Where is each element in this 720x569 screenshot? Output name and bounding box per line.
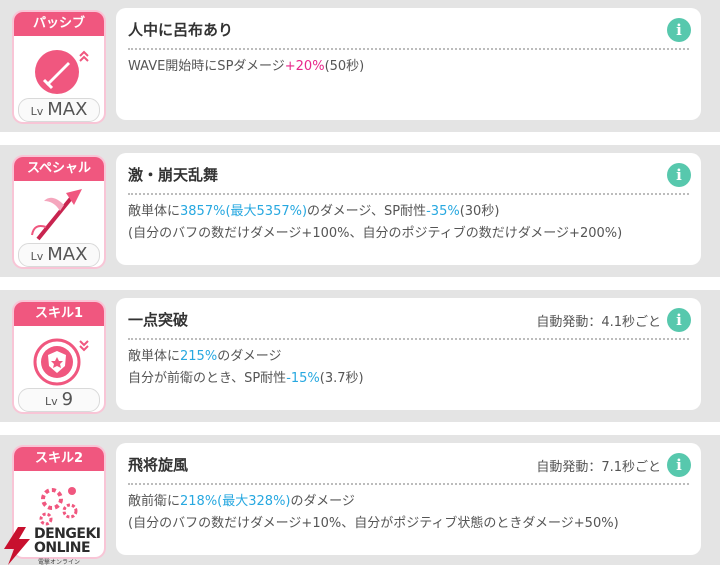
skill-description: 敵単体に215%のダメージ 自分が前衛のとき、SP耐性-15%(3.7秒) [128,346,691,390]
skill-type-tab: スキル1 [14,302,104,326]
auto-trigger-label: 自動発動：7.1秒ごと [536,460,661,475]
description-line: 敵単体に3857%(最大5357%)のダメージ、SP耐性-35%(30秒) [128,204,500,219]
skill-badge[interactable]: スペシャル Lv MAX [14,157,104,267]
skill-card: 激・崩天乱舞 i 敵単体に3857%(最大5357%)のダメージ、SP耐性-35… [116,153,701,265]
skill-row-special: スペシャル Lv MAX 激・崩天乱舞 i 敵単体に3857%(最大5357%)の… [0,145,720,277]
watermark-text: DENGEKI ONLINE [34,526,101,556]
skill-level: Lv 9 [18,388,100,412]
skill-type-tab: パッシブ [14,12,104,36]
info-icon[interactable]: i [667,163,691,187]
skill-badge[interactable]: パッシブ Lv MAX [14,12,104,122]
description-line: (自分のバフの数だけダメージ+100%、自分のポジティブの数だけダメージ+200… [128,226,623,241]
skill-description: 敵前衛に218%(最大328%)のダメージ (自分のバフの数だけダメージ+10%… [128,491,691,535]
description-line: 敵単体に215%のダメージ [128,349,282,364]
shield-icon [24,332,94,386]
skill-badge[interactable]: スキル1 Lv 9 [14,302,104,412]
skill-type-tab: スキル2 [14,447,104,471]
description-line: (自分のバフの数だけダメージ+10%、自分がポジティブ状態のときダメージ+50%… [128,516,619,531]
lightning-icon [4,527,30,565]
description-line: 敵前衛に218%(最大328%)のダメージ [128,494,355,509]
skill-card: 一点突破 自動発動：4.1秒ごと i 敵単体に215%のダメージ 自分が前衛のと… [116,298,701,410]
dotted-divider [128,48,689,50]
sword-icon [24,42,94,96]
skill-row-passive: パッシブ Lv MAX 人中に呂布あり i WAVE開始時にSPダメージ+20%(… [0,0,720,132]
skill-title: 一点突破 [128,311,189,329]
skill-card: 飛将旋風 自動発動：7.1秒ごと i 敵前衛に218%(最大328%)のダメージ… [116,443,701,555]
skill-title: 飛将旋風 [128,456,189,474]
skill-description: WAVE開始時にSPダメージ+20%(50秒) [128,56,691,78]
skill-level: Lv MAX [18,98,100,122]
info-icon[interactable]: i [667,18,691,42]
info-icon[interactable]: i [667,453,691,477]
dotted-divider [128,193,689,195]
dotted-divider [128,338,689,340]
skill-level: Lv MAX [18,243,100,267]
description-line: WAVE開始時にSPダメージ+20%(50秒) [128,59,365,74]
dengeki-online-watermark: DENGEKI ONLINE 電撃オンライン [2,525,122,566]
skill-row-skill1: スキル1 Lv 9 一点突破 自動発動：4.1秒ごと i 敵単体に215%のダメー… [0,290,720,422]
burst-icon [24,477,94,531]
dotted-divider [128,483,689,485]
skill-title: 人中に呂布あり [128,21,234,39]
info-icon[interactable]: i [667,308,691,332]
halberd-icon [24,187,94,241]
skill-card: 人中に呂布あり i WAVE開始時にSPダメージ+20%(50秒) [116,8,701,120]
description-line: 自分が前衛のとき、SP耐性-15%(3.7秒) [128,371,364,386]
skill-title: 激・崩天乱舞 [128,166,219,184]
skill-description: 敵単体に3857%(最大5357%)のダメージ、SP耐性-35%(30秒) (自… [128,201,691,245]
auto-trigger-label: 自動発動：4.1秒ごと [536,315,661,330]
skill-type-tab: スペシャル [14,157,104,181]
